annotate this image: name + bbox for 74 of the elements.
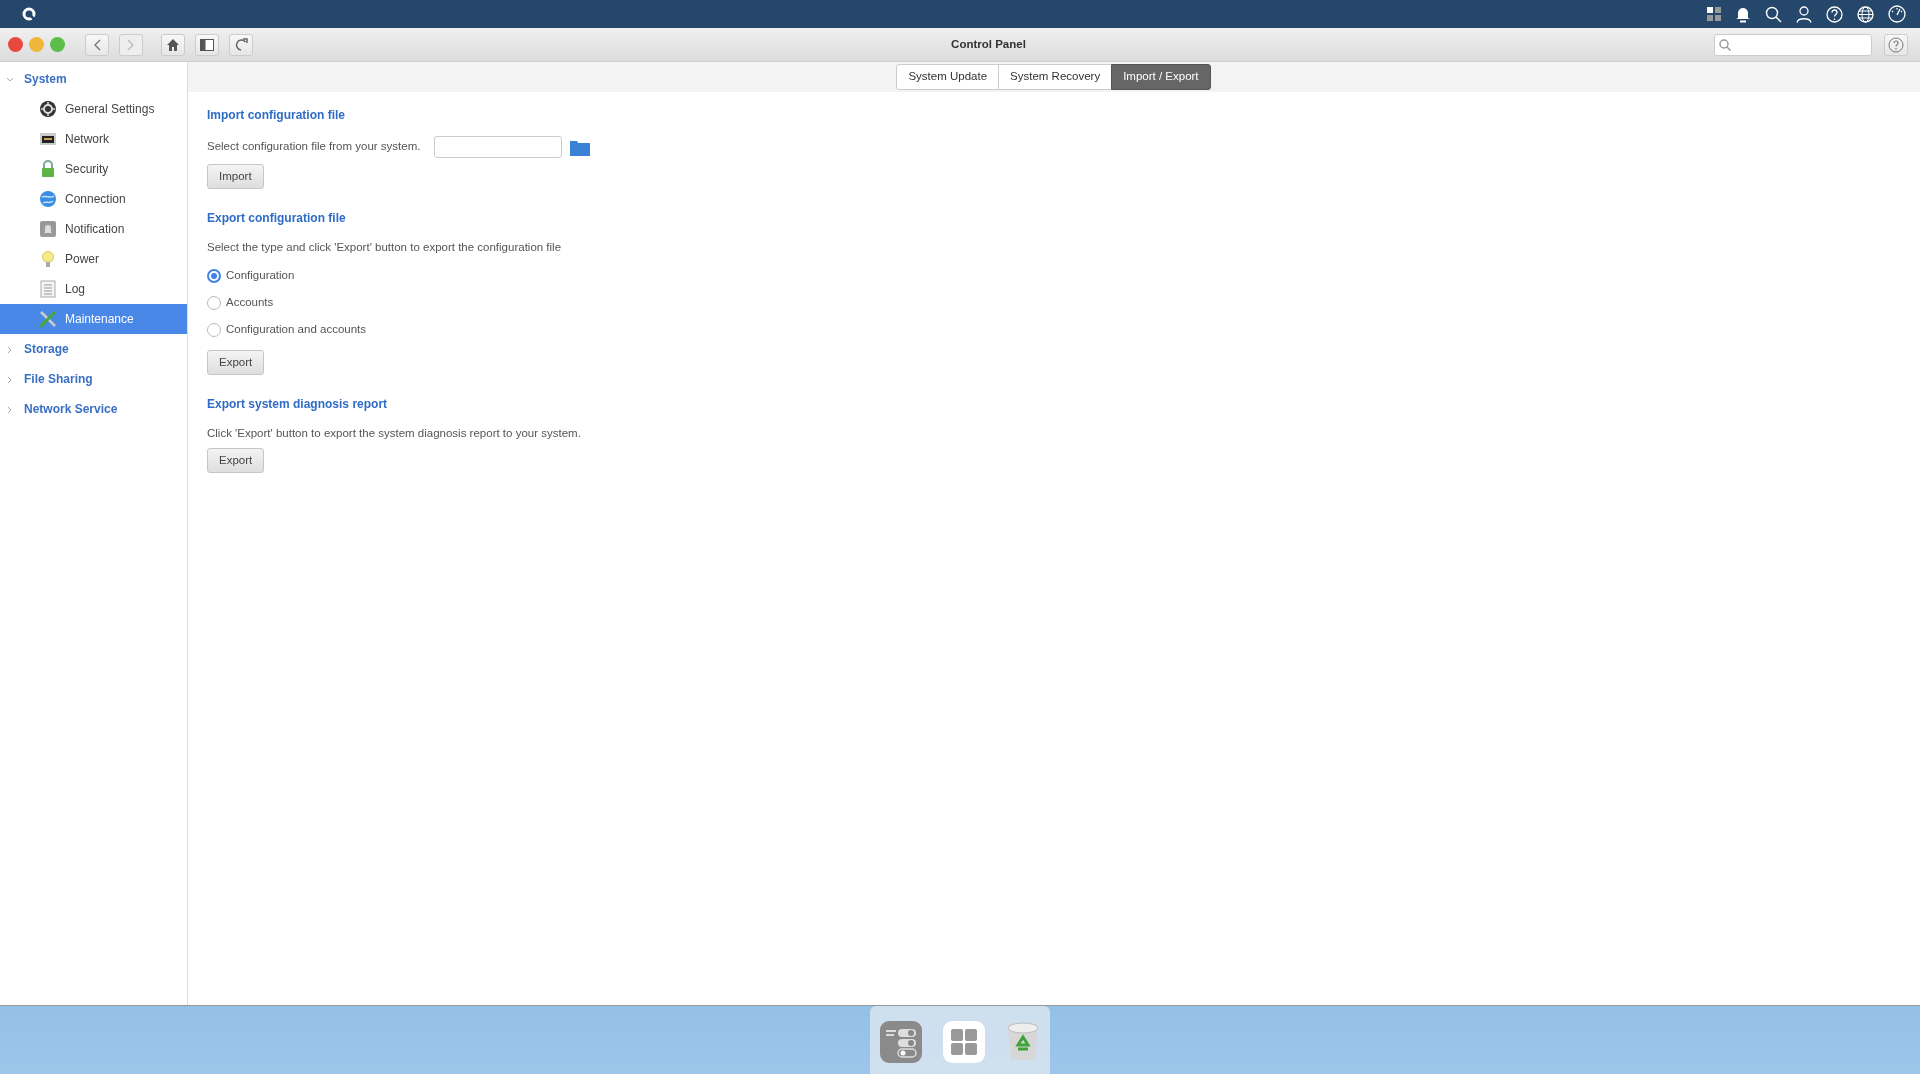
prompt-text: Select configuration file from your system. [207,139,421,155]
help-icon [1888,36,1904,53]
sidebar-item-label: Power [65,251,99,268]
description-text: Click 'Export' button to export the system diagnosis report to your system. [207,425,582,441]
sidebar-item[interactable]: Notification [0,214,187,244]
sidebar-item-label: Network [65,131,109,148]
sidebar-toggle-button[interactable] [195,33,219,56]
radio-label: Accounts [226,295,274,311]
logo-icon[interactable] [22,7,36,21]
sidebar-item-label: General Settings [65,101,155,118]
bell-icon[interactable] [1735,5,1751,23]
file-path-field[interactable] [434,136,563,158]
sidebar-group-label[interactable]: File Sharing [24,370,93,388]
radio-label: Configuration [226,268,295,284]
radio-button[interactable] [207,269,221,283]
sidebar-item[interactable]: Security [0,154,187,184]
padlock-icon [39,160,57,178]
home-button[interactable] [161,33,185,56]
sidebar-group-label[interactable]: System [24,70,67,88]
chevron-right-icon [127,38,135,51]
globe-icon [39,190,57,208]
home-icon [166,38,180,51]
sidebar-item[interactable]: Log [0,274,187,304]
sidebar-item-label: Notification [65,221,125,238]
sidebar-group-label[interactable]: Network Service [24,400,118,418]
control-panel-app-icon[interactable] [880,1021,923,1063]
network-port-icon [39,130,57,148]
window-title: Control Panel [950,36,1027,52]
section-heading: Export system diagnosis report [207,395,389,413]
sidebar-group-label[interactable]: Storage [24,340,69,358]
back-button[interactable] [85,33,109,56]
section-heading: Export configuration file [207,210,347,228]
chevron-left-icon [93,38,101,51]
sidebar-item-label: Log [65,281,86,298]
sidebar-item[interactable]: Network [0,124,187,154]
search-icon[interactable] [1765,5,1782,23]
refresh-button[interactable] [229,33,253,56]
sidebar-item-label: Security [65,161,109,178]
trash-icon[interactable] [1005,1022,1040,1062]
radio-label: Configuration and accounts [226,322,366,338]
action-button[interactable]: Import [207,164,264,190]
search-field[interactable] [1714,33,1872,56]
radio-button[interactable] [207,296,221,310]
apps-grid-icon[interactable] [1707,7,1721,21]
gauge-icon[interactable] [1888,5,1906,23]
user-icon[interactable] [1796,5,1812,23]
sidebar-item-label: Maintenance [65,311,134,328]
tab[interactable]: System Recovery [998,64,1113,90]
help-button[interactable] [1884,33,1908,56]
sidebar-item-label: Connection [65,191,126,208]
close-button[interactable] [8,37,23,52]
section-heading: Import configuration file [207,107,346,124]
gear-icon [39,100,57,118]
maximize-button[interactable] [50,37,65,52]
tools-icon [39,310,57,328]
bell-icon [39,220,57,238]
globe-icon[interactable] [1857,5,1874,23]
folder-icon[interactable] [570,138,591,156]
description-text: Select the type and click 'Export' button to export the configuration file [207,240,563,256]
sidebar-item[interactable]: General Settings [0,94,187,124]
search-icon [1719,38,1731,51]
light-bulb-icon [39,250,57,268]
tab[interactable]: Import / Export [1111,64,1211,90]
radio-button[interactable] [207,323,221,337]
tab[interactable]: System Update [896,64,1000,90]
sidebar-item[interactable]: Connection [0,184,187,214]
action-button[interactable]: Export [207,448,265,474]
help-icon[interactable] [1826,5,1843,23]
list-icon [39,280,57,298]
sidebar-item[interactable]: Power [0,244,187,274]
refresh-icon [234,37,248,52]
sidebar-item[interactable]: Maintenance [0,304,187,334]
action-button[interactable]: Export [207,349,265,375]
sidebar-panel-icon [200,38,214,51]
